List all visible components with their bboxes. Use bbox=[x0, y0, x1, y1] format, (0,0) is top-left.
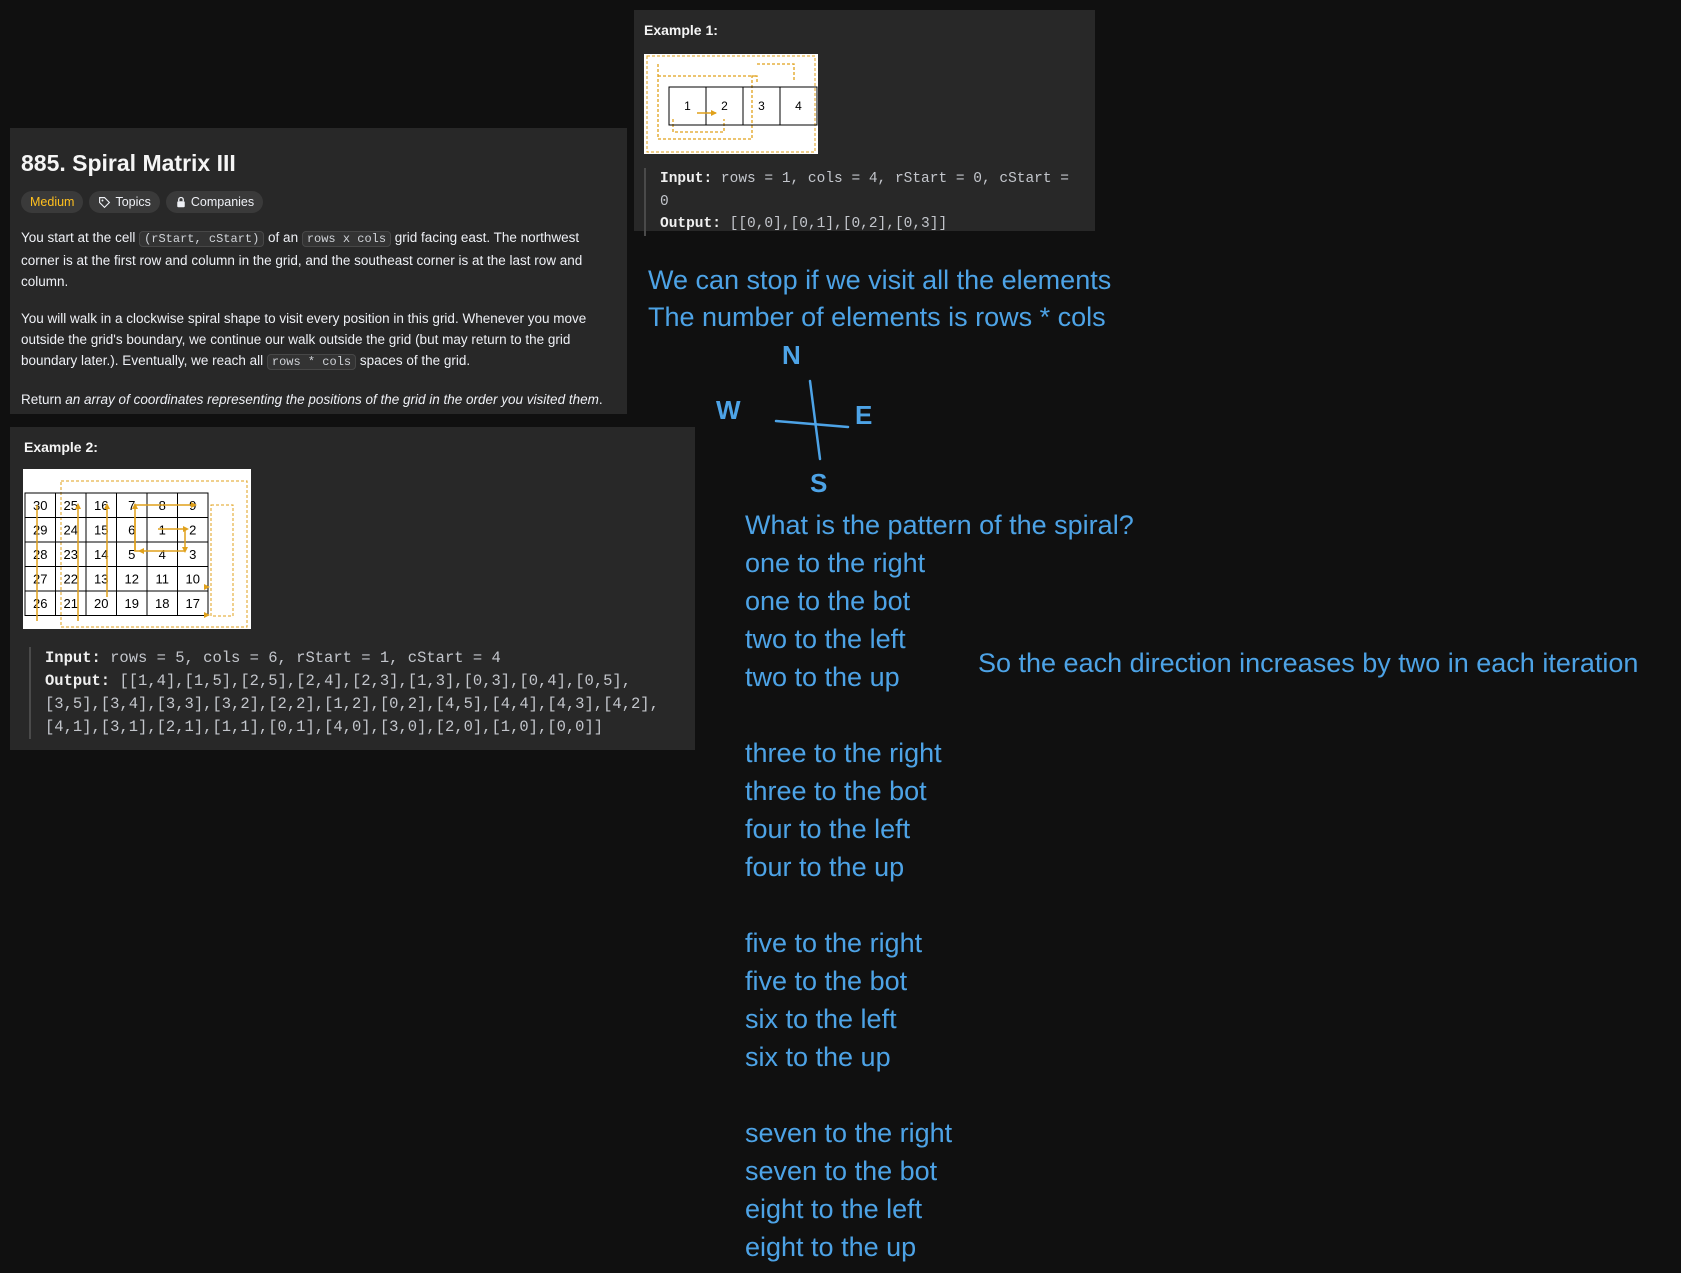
grid-cell-value: 17 bbox=[186, 596, 200, 611]
spiral-step-note: six to the left bbox=[745, 1004, 897, 1034]
problem-body: You start at the cell (rStart, cStart) o… bbox=[21, 227, 616, 410]
grid-cell-value: 28 bbox=[33, 547, 47, 562]
grid-cell-value: 2 bbox=[721, 99, 728, 113]
text: spaces of the grid. bbox=[356, 353, 471, 368]
output-value: [3,5],[3,4],[3,3],[3,2],[2,2],[1,2],[0,2… bbox=[45, 695, 659, 713]
grid-cell-value: 18 bbox=[155, 596, 169, 611]
problem-description-panel: 885. Spiral Matrix III Medium Topics Com… bbox=[10, 128, 627, 414]
grid-cell-value: 3 bbox=[758, 99, 765, 113]
example-1-panel: Example 1: 1 2 3 4 Input: rows = 1, cols = … bbox=[634, 10, 1095, 236]
companies-label: Companies bbox=[190, 195, 255, 209]
lock-icon bbox=[177, 196, 185, 208]
output-value: [[0,0],[0,1],[0,2],[0,3]] bbox=[729, 216, 948, 232]
grid-cell-value: 1 bbox=[684, 99, 691, 113]
description-paragraph: You will walk in a clockwise spiral shap… bbox=[21, 308, 616, 373]
problem-title: 885. Spiral Matrix III bbox=[21, 150, 236, 176]
spiral-step-note: three to the right bbox=[745, 738, 942, 768]
spiral-step-note: four to the left bbox=[745, 814, 911, 844]
spiral-step-note: one to the bot bbox=[745, 586, 911, 616]
example-1-io: Input: rows = 1, cols = 4, rStart = 0, c… bbox=[644, 168, 1085, 236]
companies-button[interactable]: Companies bbox=[165, 191, 264, 213]
grid-cell-value: 24 bbox=[64, 522, 78, 537]
example-1-figure: 1 2 3 4 bbox=[644, 54, 818, 154]
grid-cell-value: 12 bbox=[125, 571, 139, 586]
grid-cell-value: 23 bbox=[64, 547, 78, 562]
spiral-step-note: three to the bot bbox=[745, 776, 927, 806]
spiral-step-note: eight to the left bbox=[745, 1194, 923, 1224]
grid-cell-value: 27 bbox=[33, 571, 47, 586]
input-value: rows = 1, cols = 4, rStart = 0, cStart =… bbox=[660, 171, 1069, 210]
text: Return bbox=[21, 392, 66, 407]
text: of an bbox=[264, 230, 302, 245]
problem-tags: Medium Topics Companies bbox=[21, 191, 616, 213]
output-label: Output: bbox=[45, 672, 111, 690]
inline-code: rows x cols bbox=[301, 231, 392, 247]
grid-cell-value: 21 bbox=[64, 596, 78, 611]
description-paragraph: Return an array of coordinates represent… bbox=[21, 389, 616, 410]
topics-label: Topics bbox=[115, 195, 151, 209]
note-stop-condition: We can stop if we visit all the elements bbox=[648, 265, 1112, 295]
compass-east-label: E bbox=[855, 400, 873, 430]
example-2-panel: Example 2: 30251678929241561228231454327… bbox=[10, 427, 695, 750]
grid-cell-value: 19 bbox=[125, 596, 139, 611]
spiral-step-note: five to the bot bbox=[745, 966, 908, 996]
output-label: Output: bbox=[660, 216, 721, 232]
grid-cell-value: 29 bbox=[33, 522, 47, 537]
example-2-figure: 3025167892924156122823145432722131211102… bbox=[23, 469, 251, 629]
input-label: Input: bbox=[660, 171, 713, 187]
compass-south-label: S bbox=[810, 468, 828, 498]
compass-north-label: N bbox=[782, 340, 801, 370]
text: . bbox=[598, 392, 603, 407]
input-value: rows = 5, cols = 6, rStart = 1, cStart =… bbox=[110, 649, 501, 667]
note-pattern-question: What is the pattern of the spiral? bbox=[745, 510, 1134, 540]
grid-cell-value: 4 bbox=[795, 99, 802, 113]
grid-cell-value: 30 bbox=[33, 498, 47, 513]
note-increase-rule: So the each direction increases by two i… bbox=[978, 648, 1639, 678]
spiral-step-note: two to the left bbox=[745, 624, 906, 654]
grid-cell-value: 4 bbox=[159, 547, 166, 562]
spiral-step-note: two to the up bbox=[745, 662, 900, 692]
input-label: Input: bbox=[45, 649, 101, 667]
spiral-step-note: four to the up bbox=[745, 852, 905, 882]
difficulty-badge[interactable]: Medium bbox=[21, 191, 84, 213]
grid-cell-value: 20 bbox=[94, 596, 108, 611]
output-value: [4,1],[3,1],[2,1],[1,1],[0,1],[4,0],[3,0… bbox=[45, 718, 604, 736]
spiral-step-note: five to the right bbox=[745, 928, 923, 958]
grid-cell-value: 11 bbox=[156, 571, 170, 586]
inline-code: rows * cols bbox=[266, 354, 357, 370]
inline-code: (rStart, cStart) bbox=[139, 231, 265, 247]
spiral-step-note: seven to the bot bbox=[745, 1156, 938, 1186]
grid-cell-value: 2 bbox=[189, 522, 196, 537]
example-1-title: Example 1: bbox=[644, 22, 718, 38]
text: You start at the cell bbox=[21, 230, 140, 245]
grid-cell-value: 22 bbox=[64, 571, 78, 586]
grid-cell-value: 3 bbox=[189, 547, 196, 562]
example-2-title: Example 2: bbox=[24, 439, 98, 455]
output-value: [[1,4],[1,5],[2,5],[2,4],[2,3],[1,3],[0,… bbox=[119, 672, 632, 690]
spiral-step-note: eight to the up bbox=[745, 1232, 917, 1262]
note-element-count: The number of elements is rows * cols bbox=[648, 302, 1106, 332]
example-2-io: Input: rows = 5, cols = 6, rStart = 1, c… bbox=[29, 647, 681, 739]
emphasis-text: an array of coordinates representing the… bbox=[65, 392, 599, 407]
grid-cell-value: 25 bbox=[64, 498, 78, 513]
grid-cell-value: 26 bbox=[33, 596, 47, 611]
topics-button[interactable]: Topics bbox=[89, 191, 160, 213]
description-paragraph: You start at the cell (rStart, cStart) o… bbox=[21, 227, 616, 292]
spiral-step-note: seven to the right bbox=[745, 1118, 953, 1148]
spiral-step-note: one to the right bbox=[745, 548, 926, 578]
compass-west-label: W bbox=[716, 395, 741, 425]
spiral-step-note: six to the up bbox=[745, 1042, 891, 1072]
grid-cell-value: 10 bbox=[186, 571, 200, 586]
tag-icon bbox=[99, 196, 111, 208]
